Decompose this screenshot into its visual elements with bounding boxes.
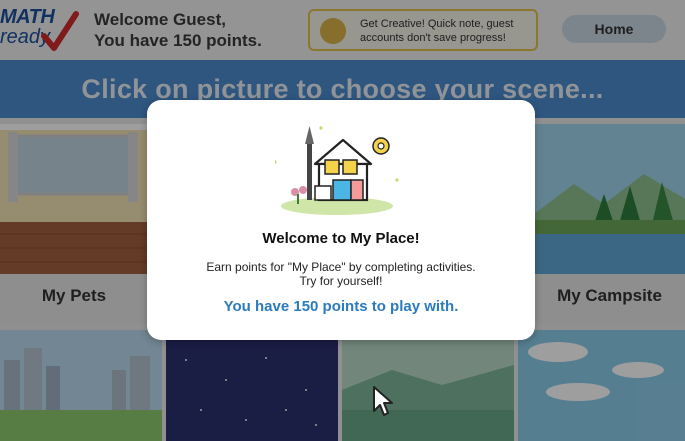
house-illustration [275, 126, 399, 215]
dialog-points-message: You have 150 points to play with. [223, 298, 459, 315]
dialog-title: Welcome to My Place! [262, 230, 420, 247]
dialog-body: Earn points for "My Place" by completing… [187, 260, 495, 288]
dialog-body-line2: Try for yourself! [299, 274, 383, 288]
dialog-body-line1: Earn points for "My Place" by completing… [206, 260, 476, 274]
mouse-cursor-icon [373, 386, 393, 416]
welcome-dialog: Welcome to My Place! Earn points for "My… [147, 100, 535, 340]
